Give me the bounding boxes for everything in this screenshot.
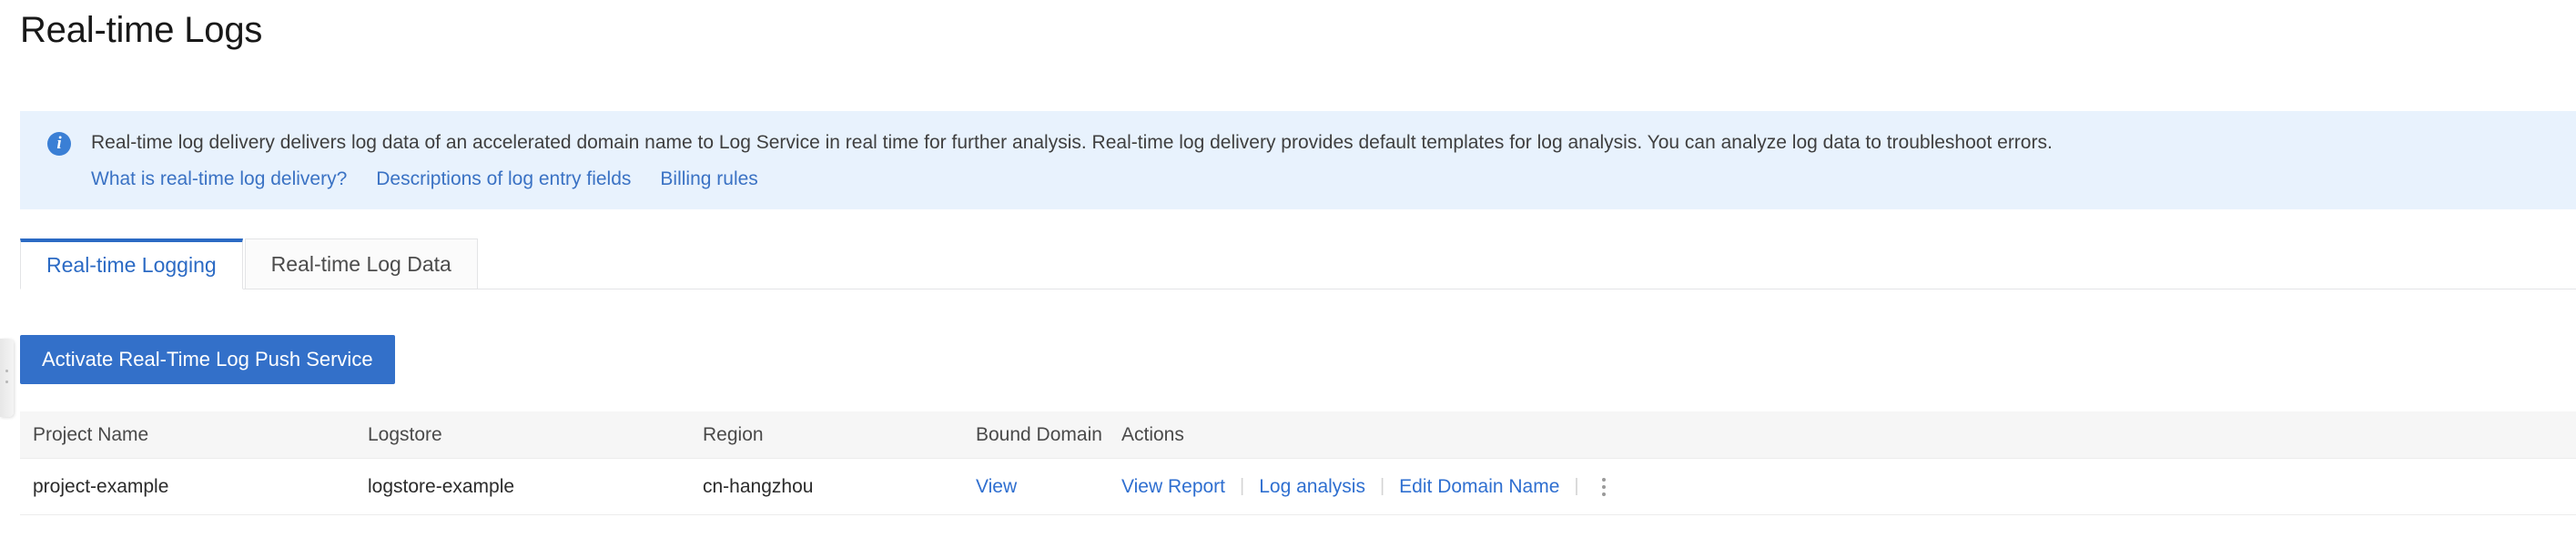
sidebar-collapse-handle[interactable] (0, 339, 14, 417)
column-header-logstore: Logstore (368, 423, 442, 445)
table-header-row: Project Name Logstore Region Bound Domai… (20, 411, 2576, 459)
page-root: Real-time Logs i Real-time log delivery … (0, 0, 2576, 548)
link-descriptions-of-log-entry-fields[interactable]: Descriptions of log entry fields (376, 167, 631, 191)
info-circle-icon: i (47, 132, 71, 156)
real-time-log-table: Project Name Logstore Region Bound Domai… (20, 411, 2576, 515)
tab-bar: Real-time Logging Real-time Log Data (20, 238, 2576, 289)
kebab-dot (1601, 492, 1606, 496)
kebab-menu-icon[interactable] (1594, 473, 1614, 501)
edit-domain-name-link[interactable]: Edit Domain Name (1399, 476, 1559, 498)
tab-label: Real-time Logging (46, 253, 217, 277)
handle-dot-icon (5, 381, 8, 383)
handle-dot-icon (5, 370, 8, 372)
action-separator: | (1574, 476, 1579, 496)
row-actions: View Report | Log analysis | Edit Domain… (1121, 473, 2563, 501)
page-title: Real-time Logs (20, 10, 263, 50)
action-separator: | (1240, 476, 1245, 496)
kebab-dot (1601, 477, 1606, 482)
table-row: project-example logstore-example cn-hang… (20, 459, 2576, 515)
link-billing-rules[interactable]: Billing rules (660, 167, 757, 191)
tab-real-time-log-data[interactable]: Real-time Log Data (244, 238, 478, 289)
column-header-project-name: Project Name (33, 423, 149, 445)
column-header-actions: Actions (1121, 423, 1184, 445)
cell-region: cn-hangzhou (703, 475, 814, 497)
cell-logstore: logstore-example (368, 475, 515, 497)
link-what-is-real-time-log-delivery[interactable]: What is real-time log delivery? (91, 167, 347, 191)
log-analysis-link[interactable]: Log analysis (1259, 476, 1365, 498)
info-banner-links: What is real-time log delivery? Descript… (20, 167, 2576, 191)
info-banner-text: Real-time log delivery delivers log data… (91, 132, 2053, 153)
tab-label: Real-time Log Data (270, 251, 451, 276)
action-separator: | (1379, 476, 1385, 496)
cell-actions: View Report | Log analysis | Edit Domain… (1109, 473, 2576, 501)
view-bound-domain-link[interactable]: View (976, 476, 1017, 497)
column-header-bound-domain: Bound Domain (976, 423, 1102, 445)
view-report-link[interactable]: View Report (1121, 476, 1225, 498)
info-banner-row: i Real-time log delivery delivers log da… (20, 131, 2576, 156)
kebab-dot (1601, 484, 1606, 489)
cell-project-name: project-example (33, 475, 169, 497)
column-header-region: Region (703, 423, 764, 445)
info-banner: i Real-time log delivery delivers log da… (20, 111, 2576, 209)
tab-real-time-logging[interactable]: Real-time Logging (20, 238, 243, 289)
cell-bound-domain: View (963, 476, 1109, 498)
activate-real-time-log-push-service-button[interactable]: Activate Real-Time Log Push Service (20, 335, 395, 384)
